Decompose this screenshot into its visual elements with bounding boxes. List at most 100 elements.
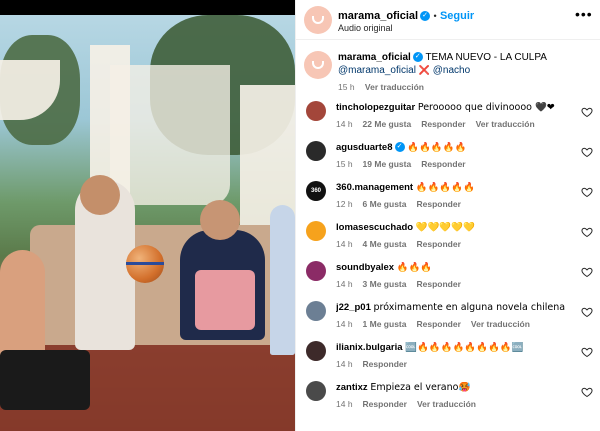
like-heart-icon[interactable] (581, 306, 593, 318)
reply-button[interactable]: Responder (416, 239, 460, 249)
like-heart-icon[interactable] (581, 106, 593, 118)
comment-likes[interactable]: 3 Me gusta (363, 279, 407, 289)
comment-likes[interactable]: 6 Me gusta (363, 199, 407, 209)
commenter-avatar[interactable]: 360 (306, 181, 326, 201)
person-right (270, 205, 295, 355)
brand-logo-icon (312, 16, 324, 24)
verified-badge-icon: ✓ (412, 52, 423, 63)
comment-time: 12 h (336, 199, 353, 209)
audio-label[interactable]: Audio original (338, 23, 393, 33)
reply-button[interactable]: Responder (363, 359, 407, 369)
curtain-drape (110, 65, 230, 205)
comment-actions: 12 h 6 Me gusta Responder (336, 199, 471, 209)
comment-text: próximamente en alguna novela chilena (373, 302, 566, 313)
commenter-avatar[interactable] (306, 381, 326, 401)
post-sidebar: marama_oficial ✓ • Seguir Audio original … (295, 0, 600, 431)
comment-text: 🔥🔥🔥 (396, 262, 433, 273)
author-username[interactable]: marama_oficial (338, 10, 418, 22)
commenter-avatar[interactable] (306, 301, 326, 321)
translate-link[interactable]: Ver traducción (365, 82, 424, 92)
comment-time: 14 h (336, 399, 353, 409)
comment-item: agusduarte8 ✓ 🔥🔥🔥🔥🔥 15 h 19 Me gusta Respond… (296, 138, 600, 178)
author-avatar[interactable] (304, 6, 332, 34)
caption-username[interactable]: marama_oficial (338, 52, 411, 63)
mention-link[interactable]: @marama_oficial (338, 65, 416, 76)
commenter-avatar[interactable] (306, 221, 326, 241)
commenter-avatar[interactable] (306, 101, 326, 121)
caption-meta: 15 h Ver traducción (338, 82, 424, 92)
translate-link[interactable]: Ver traducción (417, 399, 476, 409)
comment-body: ilianix.bulgaria 🆒🔥🔥🔥🔥🔥🔥🔥🔥🆒 (336, 342, 576, 354)
like-heart-icon[interactable] (581, 266, 593, 278)
dot-separator: • (433, 11, 437, 21)
comment-actions: 14 h Responder Ver traducción (336, 399, 486, 409)
caption-avatar[interactable] (304, 51, 332, 79)
commenter-avatar[interactable] (306, 341, 326, 361)
comment-body: j22_p01 próximamente en alguna novela ch… (336, 302, 576, 314)
comment-body: soundbyalex 🔥🔥🔥 (336, 262, 576, 274)
reply-button[interactable]: Responder (416, 199, 460, 209)
like-heart-icon[interactable] (581, 226, 593, 238)
comment-body: lomasescuchado 💛💛💛💛💛 (336, 222, 576, 234)
comment-item: ilianix.bulgaria 🆒🔥🔥🔥🔥🔥🔥🔥🔥🆒 14 h Responder (296, 338, 600, 378)
commenter-username[interactable]: 360.management (336, 182, 413, 193)
comment-time: 14 h (336, 359, 353, 369)
comment-item: zantixz Empieza el verano🥵 14 h Responder V… (296, 378, 600, 418)
commenter-username[interactable]: j22_p01 (336, 302, 371, 313)
like-heart-icon[interactable] (581, 346, 593, 358)
comment-item: 360 360.management 🔥🔥🔥🔥🔥 12 h 6 Me gusta Res… (296, 178, 600, 218)
comment-text: 🆒🔥🔥🔥🔥🔥🔥🔥🔥🆒 (405, 342, 524, 353)
like-heart-icon[interactable] (581, 146, 593, 158)
person-pink-shorts (195, 270, 255, 330)
commenter-username[interactable]: zantixz (336, 382, 368, 393)
post-media[interactable] (0, 0, 295, 431)
more-options-icon[interactable]: ••• (575, 7, 592, 26)
like-heart-icon[interactable] (581, 186, 593, 198)
follow-button[interactable]: Seguir (440, 10, 474, 22)
person-guitarist (0, 350, 90, 410)
comment-body: tincholopezguitar Perooooo que divinoooo… (336, 102, 576, 114)
reply-button[interactable]: Responder (416, 319, 460, 329)
comment-actions: 14 h 3 Me gusta Responder (336, 279, 471, 289)
comment-likes[interactable]: 1 Me gusta (363, 319, 407, 329)
commenter-username[interactable]: lomasescuchado (336, 222, 413, 233)
brand-logo-icon (312, 61, 324, 69)
comment-item: soundbyalex 🔥🔥🔥 14 h 3 Me gusta Responder (296, 258, 600, 298)
basketball (126, 245, 164, 283)
comment-actions: 14 h 1 Me gusta Responder Ver traducción (336, 319, 540, 329)
commenter-avatar[interactable] (306, 141, 326, 161)
reply-button[interactable]: Responder (416, 279, 460, 289)
commenter-username[interactable]: agusduarte8 (336, 142, 393, 153)
person-jacket-head (200, 200, 240, 240)
comment-text: 🔥🔥🔥🔥🔥 (407, 142, 467, 153)
translate-link[interactable]: Ver traducción (471, 319, 530, 329)
comment-text: 💛💛💛💛💛 (415, 222, 475, 233)
comment-likes[interactable]: 4 Me gusta (363, 239, 407, 249)
author-line: marama_oficial ✓ • Seguir (338, 8, 474, 22)
reply-button[interactable]: Responder (421, 119, 465, 129)
commenter-avatar[interactable] (306, 261, 326, 281)
caption-time: 15 h (338, 82, 355, 92)
mention-link[interactable]: @nacho (433, 65, 470, 76)
commenter-username[interactable]: tincholopezguitar (336, 102, 415, 113)
commenter-username[interactable]: soundbyalex (336, 262, 394, 273)
comment-time: 14 h (336, 279, 353, 289)
translate-link[interactable]: Ver traducción (476, 119, 535, 129)
comment-actions: 15 h 19 Me gusta Responder (336, 159, 476, 169)
video-frame[interactable] (0, 15, 295, 431)
media-top-bar (0, 0, 295, 15)
comment-body: zantixz Empieza el verano🥵 (336, 382, 576, 394)
comment-likes[interactable]: 22 Me gusta (363, 119, 412, 129)
comment-actions: 14 h Responder (336, 359, 417, 369)
post-header: marama_oficial ✓ • Seguir Audio original … (296, 0, 600, 40)
commenter-username[interactable]: ilianix.bulgaria (336, 342, 403, 353)
reply-button[interactable]: Responder (421, 159, 465, 169)
comment-likes[interactable]: 19 Me gusta (363, 159, 412, 169)
comment-item: j22_p01 próximamente en alguna novela ch… (296, 298, 600, 338)
cross-emoji: ❌ (418, 66, 430, 76)
verified-badge-icon: ✓ (420, 10, 431, 21)
like-heart-icon[interactable] (581, 386, 593, 398)
person-jersey-head (80, 175, 120, 215)
reply-button[interactable]: Responder (363, 399, 407, 409)
comment-time: 15 h (336, 159, 353, 169)
